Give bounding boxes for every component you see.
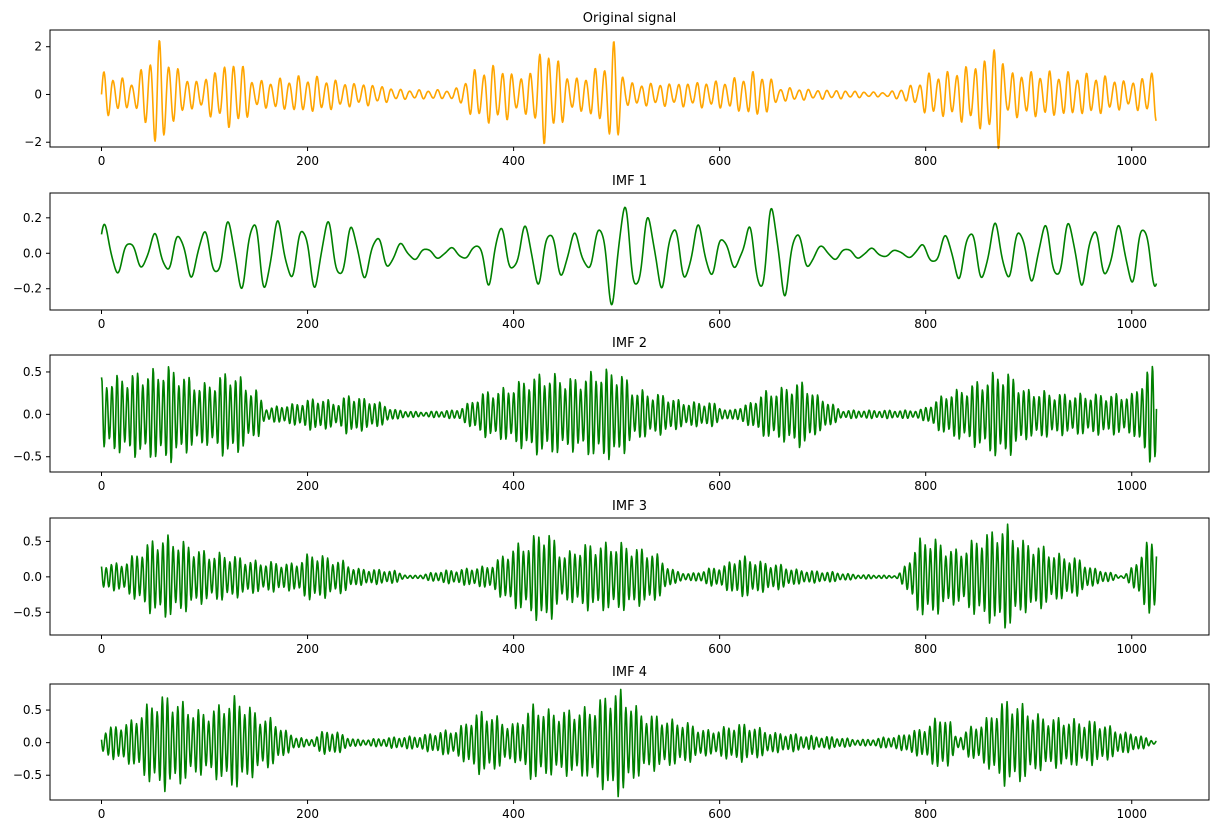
- x-tick-label: 1000: [1116, 807, 1147, 821]
- figure: Original signal 0 200 400 600 800 1000 −2 0 2 IMF …: [13, 11, 1210, 821]
- y-tick-label: 0.0: [23, 570, 42, 584]
- subplot-title: IMF 4: [612, 665, 647, 680]
- x-tick-label: 1000: [1116, 642, 1147, 656]
- x-tick-label: 800: [914, 642, 937, 656]
- x-tick-label: 400: [502, 807, 525, 821]
- subplot-1: Original signal 0 200 400 600 800 1000 −2 0 2: [24, 11, 1210, 168]
- series-line: [100, 206, 1158, 306]
- y-tick-label: 0.5: [23, 534, 42, 548]
- y-tick-label: −0.5: [13, 768, 42, 782]
- subplot-5: IMF 4 0 200 400 600 800 1000 −0.5 0.0 0.5: [13, 665, 1210, 821]
- y-tick-label: 0.5: [23, 365, 42, 379]
- y-tick-label: 0.5: [23, 703, 42, 717]
- x-tick-label: 800: [914, 154, 937, 168]
- y-tick-label: 0.0: [23, 736, 42, 750]
- x-tick-label: 800: [914, 479, 937, 493]
- x-tick-label: 0: [98, 479, 106, 493]
- x-tick-label: 400: [502, 642, 525, 656]
- x-tick-label: 800: [914, 317, 937, 331]
- x-tick-label: 400: [502, 479, 525, 493]
- subplot-title: Original signal: [583, 11, 676, 26]
- x-tick-label: 0: [98, 154, 106, 168]
- x-tick-label: 0: [98, 317, 106, 331]
- x-tick-label: 200: [296, 807, 319, 821]
- subplot-title: IMF 3: [612, 499, 647, 514]
- subplot-2: IMF 1 0 200 400 600 800 1000 −0.2 0.0 0.2: [13, 174, 1210, 331]
- subplot-title: IMF 2: [612, 336, 647, 351]
- y-tick-label: 0.0: [23, 246, 42, 260]
- series-line: [100, 365, 1158, 464]
- y-tick-label: −0.5: [13, 605, 42, 619]
- x-tick-label: 200: [296, 642, 319, 656]
- subplot-title: IMF 1: [612, 174, 647, 189]
- y-tick-label: 2: [34, 40, 42, 54]
- x-tick-label: 200: [296, 479, 319, 493]
- subplot-3: IMF 2 0 200 400 600 800 1000 −0.5 0.0 0.5: [13, 336, 1210, 493]
- y-tick-label: −0.5: [13, 450, 42, 464]
- x-tick-label: 800: [914, 807, 937, 821]
- x-tick-label: 600: [708, 154, 731, 168]
- series-line: [100, 40, 1157, 150]
- x-tick-label: 600: [708, 317, 731, 331]
- y-tick-label: 0.0: [23, 407, 42, 421]
- x-tick-label: 600: [708, 807, 731, 821]
- x-tick-label: 0: [98, 807, 106, 821]
- x-tick-label: 1000: [1116, 317, 1147, 331]
- y-tick-label: 0.2: [23, 211, 42, 225]
- x-tick-label: 1000: [1116, 154, 1147, 168]
- x-tick-label: 1000: [1116, 479, 1147, 493]
- axes-frame: [49, 29, 1210, 148]
- series-line: [100, 688, 1157, 798]
- y-tick-label: 0: [34, 87, 42, 101]
- subplot-4: IMF 3 0 200 400 600 800 1000 −0.5 0.0 0.5: [13, 499, 1210, 656]
- series-line: [100, 523, 1158, 629]
- x-tick-label: 200: [296, 154, 319, 168]
- x-tick-label: 600: [708, 642, 731, 656]
- y-tick-label: −2: [24, 135, 42, 149]
- x-tick-label: 600: [708, 479, 731, 493]
- x-tick-label: 400: [502, 154, 525, 168]
- x-tick-label: 400: [502, 317, 525, 331]
- y-tick-label: −0.2: [13, 282, 42, 296]
- x-tick-label: 0: [98, 642, 106, 656]
- x-tick-label: 200: [296, 317, 319, 331]
